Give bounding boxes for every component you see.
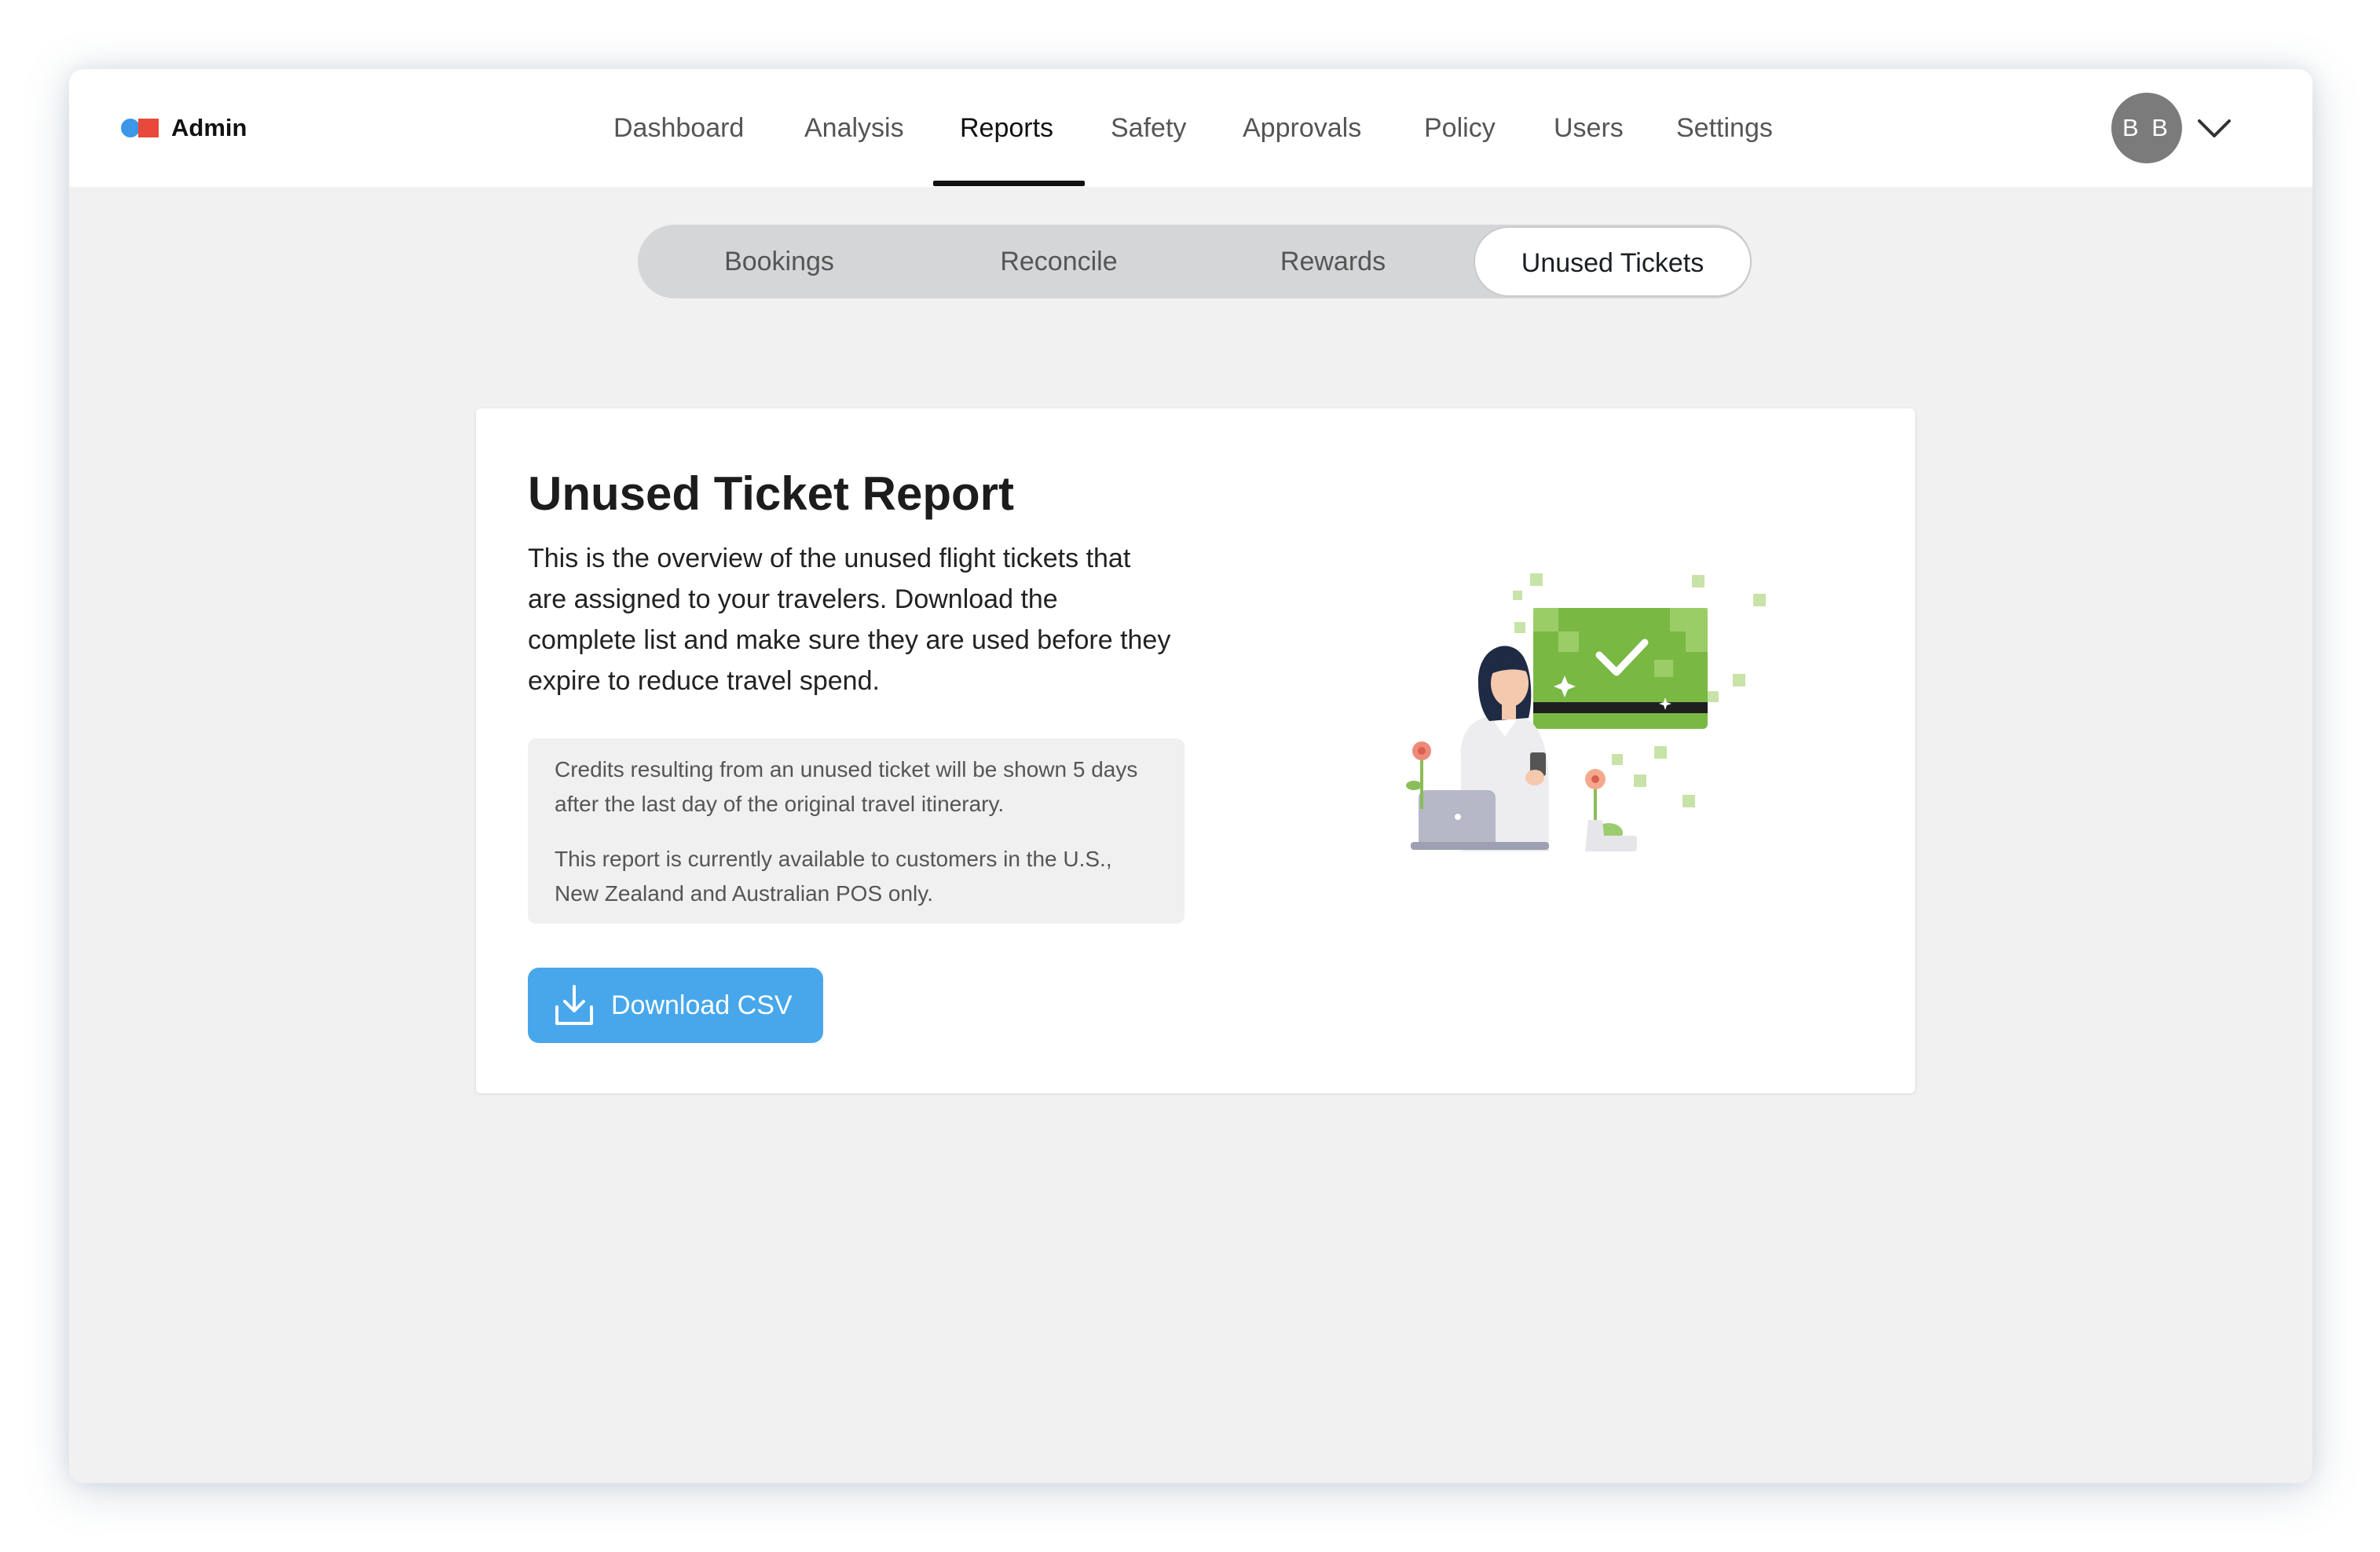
top-navigation-bar: Admin Dashboard Analysis Reports Safety … [69, 69, 2312, 187]
app-window: Admin Dashboard Analysis Reports Safety … [69, 69, 2312, 1483]
download-icon [555, 985, 593, 1025]
tab-reconcile[interactable]: Reconcile [922, 225, 1195, 298]
tab-unused-tickets[interactable]: Unused Tickets [1474, 226, 1752, 297]
tab-bookings[interactable]: Bookings [638, 225, 921, 298]
active-nav-indicator [933, 181, 1085, 186]
brand-name: Admin [171, 114, 247, 141]
nav-item-dashboard[interactable]: Dashboard [613, 69, 744, 187]
nav-item-safety[interactable]: Safety [1111, 69, 1186, 187]
report-tabs: Bookings Reconcile Rewards Unused Ticket… [638, 225, 1752, 298]
info-note: Credits resulting from an unused ticket … [528, 738, 1185, 924]
avatar[interactable]: B B [2111, 93, 2182, 163]
note-availability: This report is currently available to cu… [555, 847, 1112, 906]
nav-item-users[interactable]: Users [1554, 69, 1624, 187]
note-credits: Credits resulting from an unused ticket … [555, 757, 1138, 816]
report-card: Unused Ticket Report This is the overvie… [476, 408, 1915, 1093]
chevron-down-icon[interactable] [2196, 113, 2232, 145]
report-description: This is the overview of the unused fligh… [528, 544, 1171, 696]
traveler-ticket-illustration [1406, 573, 1766, 851]
nav-item-reports[interactable]: Reports [960, 69, 1053, 187]
download-csv-label: Download CSV [611, 990, 793, 1020]
nav-item-approvals[interactable]: Approvals [1243, 69, 1361, 187]
nav-item-analysis[interactable]: Analysis [804, 69, 904, 187]
brand-logo[interactable]: Admin [121, 110, 247, 146]
download-csv-button[interactable]: Download CSV [528, 968, 823, 1043]
nav-item-settings[interactable]: Settings [1676, 69, 1773, 187]
nav-item-policy[interactable]: Policy [1424, 69, 1496, 187]
tab-rewards[interactable]: Rewards [1195, 225, 1470, 298]
page-title: Unused Ticket Report [528, 467, 1015, 520]
brand-mark-icon [121, 117, 162, 139]
